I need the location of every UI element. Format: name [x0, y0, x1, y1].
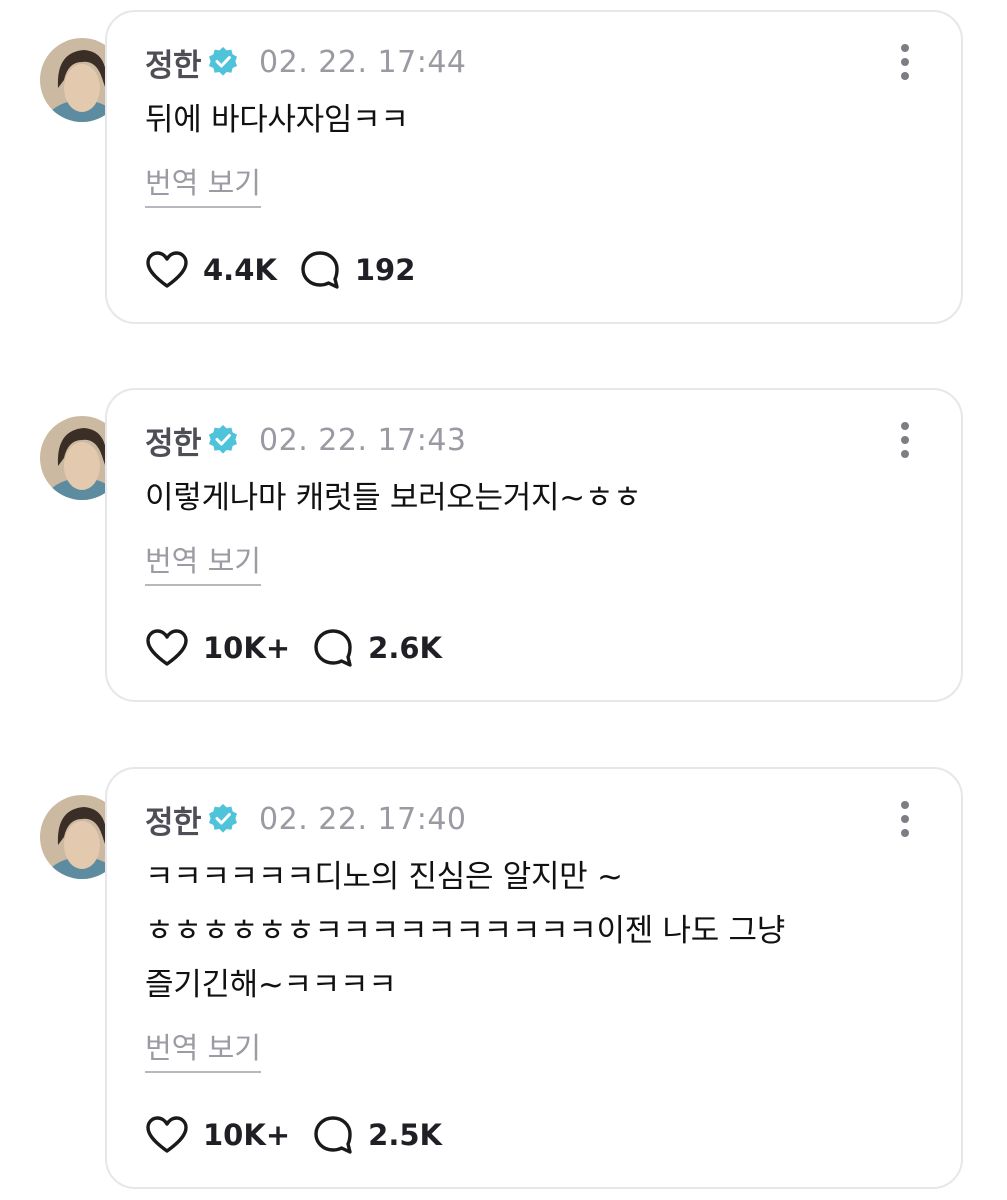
like-count: 10K+ [203, 631, 291, 665]
like-button[interactable]: 10K+ [145, 628, 290, 668]
translate-link[interactable]: 번역 보기 [145, 1030, 261, 1073]
post-header: 정한 02. 22. 17:44 [145, 40, 467, 85]
post-header: 정한 02. 22. 17:43 [145, 418, 467, 463]
heart-outline-icon [145, 628, 189, 668]
more-vertical-icon[interactable] [893, 42, 917, 82]
translate-link[interactable]: 번역 보기 [145, 543, 261, 586]
post-actions: 10K+ 2.5K [145, 1111, 442, 1159]
heart-outline-icon [145, 1115, 189, 1155]
author-name[interactable]: 정한 [145, 797, 202, 842]
verified-badge-icon [207, 424, 239, 456]
author-name[interactable]: 정한 [145, 40, 202, 85]
comment-count: 2.5K [368, 1118, 442, 1152]
post-card: 정한 02. 22. 17:40 ㅋㅋㅋㅋㅋㅋ디노의 진심은 알지만 ~ ㅎㅎㅎ… [105, 767, 963, 1189]
comment-button[interactable]: 2.6K [312, 627, 442, 669]
more-vertical-icon[interactable] [893, 799, 917, 839]
like-button[interactable]: 4.4K [145, 250, 277, 290]
translate-link[interactable]: 번역 보기 [145, 165, 261, 208]
post-actions: 10K+ 2.6K [145, 624, 442, 672]
post-text: 이렇게나마 캐럿들 보러오는거지~ㅎㅎ [145, 480, 642, 516]
comment-button[interactable]: 192 [299, 249, 416, 291]
heart-outline-icon [145, 250, 189, 290]
post-actions: 4.4K 192 [145, 246, 415, 294]
post-text: 뒤에 바다사자임ㅋㅋ [145, 102, 409, 138]
comment-count: 192 [354, 253, 416, 287]
author-name[interactable]: 정한 [145, 418, 202, 463]
comment-button[interactable]: 2.5K [312, 1114, 442, 1156]
comment-bubble-icon [312, 627, 354, 669]
post-timestamp: 02. 22. 17:40 [259, 801, 467, 837]
post-timestamp: 02. 22. 17:43 [259, 422, 467, 458]
like-button[interactable]: 10K+ [145, 1115, 290, 1155]
verified-badge-icon [207, 803, 239, 835]
post-card: 정한 02. 22. 17:44 뒤에 바다사자임ㅋㅋ 번역 보기 4.4K 1… [105, 10, 963, 324]
like-count: 10K+ [203, 1118, 291, 1152]
verified-badge-icon [207, 46, 239, 78]
post-header: 정한 02. 22. 17:40 [145, 797, 467, 842]
comment-bubble-icon [312, 1114, 354, 1156]
post-card: 정한 02. 22. 17:43 이렇게나마 캐럿들 보러오는거지~ㅎㅎ 번역 … [105, 388, 963, 702]
comment-bubble-icon [299, 249, 341, 291]
comment-count: 2.6K [368, 631, 442, 665]
post-timestamp: 02. 22. 17:44 [259, 44, 467, 80]
like-count: 4.4K [203, 253, 277, 287]
post-text: ㅋㅋㅋㅋㅋㅋ디노의 진심은 알지만 ~ ㅎㅎㅎㅎㅎㅎㅋㅋㅋㅋㅋㅋㅋㅋㅋㅋ이젠 나… [145, 859, 785, 1003]
more-vertical-icon[interactable] [893, 420, 917, 460]
